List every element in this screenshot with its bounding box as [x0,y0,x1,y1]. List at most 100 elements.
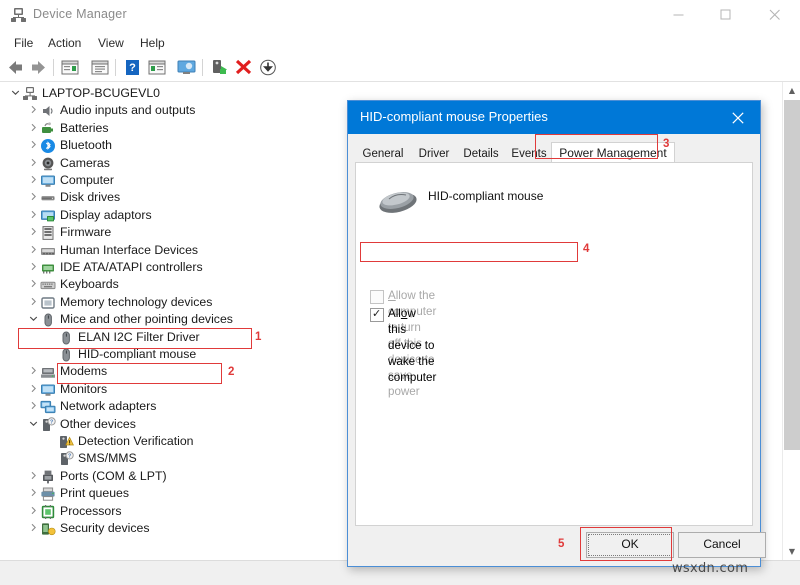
menu-help[interactable]: Help [134,34,171,52]
tab-general[interactable]: General [355,145,411,163]
tree-row-label: LAPTOP-BCUGEVL0 [42,86,160,101]
toolbar: ? [0,54,800,82]
chevron-right-icon[interactable] [27,381,39,398]
dialog-titlebar: HID-compliant mouse Properties [348,101,760,134]
port-icon [40,469,56,485]
warning-device-icon [58,434,74,450]
annotation-number-1: 1 [255,331,261,343]
network-adapter-icon [40,399,56,415]
checkbox-wake-computer-label: Allow this device to wake the computer [388,306,436,386]
chevron-right-icon[interactable] [27,503,39,520]
battery-icon [40,121,56,137]
tree-row-label: Firmware [60,225,111,240]
mouse-icon [58,330,74,346]
mouse-icon [58,347,74,363]
chevron-right-icon[interactable] [27,224,39,241]
tree-row-label: Disk drives [60,190,120,205]
scroll-down-arrow-icon[interactable]: ▼ [783,543,800,560]
menu-action[interactable]: Action [42,34,87,52]
chevron-right-icon[interactable] [27,102,39,119]
annotation-number-3: 3 [663,138,669,150]
chevron-right-icon[interactable] [27,398,39,415]
update-driver-icon[interactable] [89,57,111,78]
uninstall-device-icon[interactable] [233,57,255,78]
watermark: wsxdn.com [672,561,748,576]
tree-row-label: HID-compliant mouse [78,347,196,362]
tab-details[interactable]: Details [457,145,505,163]
ok-button[interactable]: OK [586,532,674,558]
chevron-right-icon[interactable] [27,137,39,154]
chevron-right-icon[interactable] [27,259,39,276]
checkbox-wake-computer[interactable]: ✓ [370,308,384,322]
maximize-button[interactable] [703,0,749,30]
accel-char-1: A [388,289,396,302]
chevron-right-icon[interactable] [27,520,39,537]
scroll-up-arrow-icon[interactable]: ▲ [783,82,800,99]
memory-icon [40,295,56,311]
tree-row-label: IDE ATA/ATAPI controllers [60,260,203,275]
tree-row-label: Network adapters [60,399,156,414]
disk-drive-icon [40,190,56,206]
device-properties-dialog: HID-compliant mouse Properties General D… [347,100,761,567]
menu-view[interactable]: View [92,34,130,52]
tab-power-management[interactable]: Power Management [551,142,675,164]
speaker-icon [40,103,56,119]
processor-icon [40,504,56,520]
unknown-device-icon: ? [58,451,74,467]
chevron-down-icon[interactable] [27,416,39,433]
install-legacy-icon[interactable] [257,57,279,78]
device-manager-icon [10,7,27,24]
dialog-body: General Driver Details Events Power Mana… [348,134,760,566]
tree-row-label: Ports (COM & LPT) [60,469,167,484]
help-icon[interactable]: ? [121,57,143,78]
scan-hardware-icon[interactable] [146,57,168,78]
tree-row-label: Display adaptors [60,208,152,223]
forward-arrow-icon[interactable] [27,57,49,78]
chevron-down-icon[interactable] [27,311,39,328]
chevron-right-icon[interactable] [27,468,39,485]
chevron-right-icon[interactable] [27,189,39,206]
properties-icon[interactable] [59,57,81,78]
chevron-right-icon[interactable] [27,276,39,293]
checkmark-icon: ✓ [372,307,381,321]
scrollbar-thumb[interactable] [784,100,800,450]
back-arrow-icon[interactable] [5,57,27,78]
tree-vertical-scrollbar[interactable]: ▲ ▼ [782,82,800,560]
dialog-close-button[interactable] [716,101,760,134]
tree-row-label: Cameras [60,156,110,171]
close-button[interactable] [752,0,798,30]
tree-row-label: Bluetooth [60,138,112,153]
checkbox-turn-off-device[interactable] [370,290,384,304]
dialog-tabstrip: General Driver Details Events Power Mana… [355,142,753,163]
toolbar-separator-3 [202,59,203,76]
minimize-button[interactable] [656,0,702,30]
tree-row-label: Other devices [60,417,136,432]
window-title: Device Manager [33,7,127,21]
cancel-button[interactable]: Cancel [678,532,766,558]
hid-icon [40,243,56,259]
svg-text:?: ? [68,454,71,460]
display-icon[interactable] [176,57,198,78]
chevron-right-icon[interactable] [27,363,39,380]
chevron-right-icon[interactable] [27,172,39,189]
chevron-down-icon[interactable] [9,85,21,102]
enable-device-icon[interactable] [208,57,230,78]
tab-driver[interactable]: Driver [411,145,457,163]
tree-row-label: Security devices [60,521,150,536]
tree-row-label: SMS/MMS [78,451,137,466]
chevron-right-icon[interactable] [27,242,39,259]
display-adapter-icon [40,208,56,224]
ide-controller-icon [40,260,56,276]
tree-row-label: Keyboards [60,277,119,292]
modem-icon [40,364,56,380]
chevron-right-icon[interactable] [27,207,39,224]
power-management-tabpage: HID-compliant mouse Allow the computer t… [355,162,753,526]
camera-icon [40,156,56,172]
chevron-right-icon[interactable] [27,294,39,311]
tab-events[interactable]: Events [505,145,553,163]
chevron-right-icon[interactable] [27,120,39,137]
menu-file[interactable]: File [8,34,39,52]
device-name-label: HID-compliant mouse [428,189,543,203]
chevron-right-icon[interactable] [27,155,39,172]
chevron-right-icon[interactable] [27,485,39,502]
